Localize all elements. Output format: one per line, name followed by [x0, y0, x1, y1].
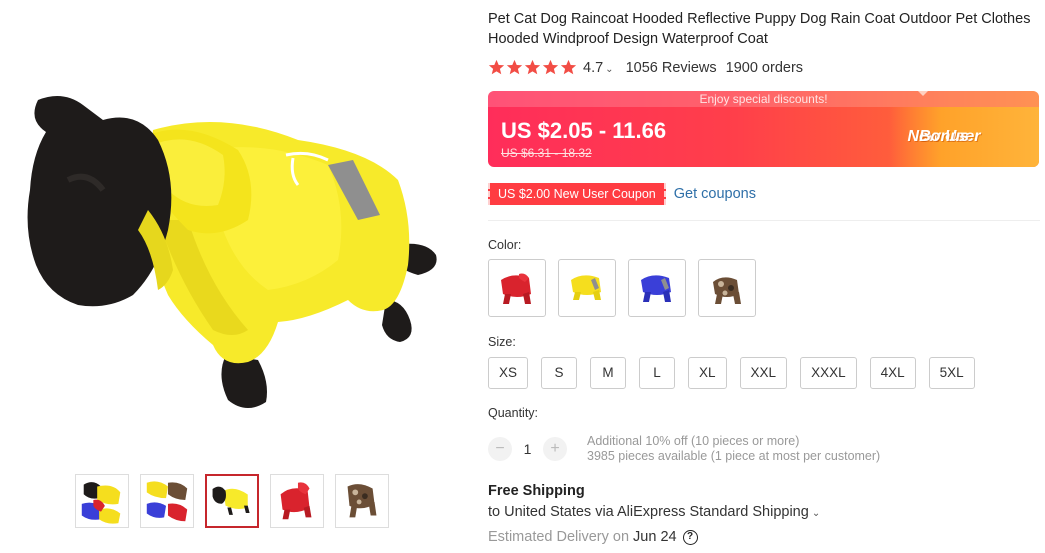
help-icon[interactable]: ?: [682, 529, 698, 545]
thumbnail-camouflage[interactable]: [335, 474, 389, 528]
shipping-title: Free Shipping: [488, 483, 585, 499]
delivery-label: Estimated Delivery on: [488, 529, 630, 545]
size-option-l[interactable]: L: [639, 357, 676, 389]
color-option-camouflage[interactable]: [698, 259, 756, 317]
chevron-down-icon: ⌄: [605, 63, 614, 75]
size-option-5xl[interactable]: 5XL: [928, 357, 975, 389]
size-option-xxxl[interactable]: XXXL: [800, 357, 857, 389]
star-icon: [488, 59, 505, 75]
size-options: XS S M L XL XXL XXXL 4XL 5XL: [488, 357, 975, 389]
bulk-discount-note: Additional 10% off (10 pieces or more): [587, 434, 800, 448]
quantity-increase-button[interactable]: +: [543, 437, 567, 461]
rating-stars: [488, 59, 577, 76]
color-option-red[interactable]: [488, 259, 546, 317]
product-info: Pet Cat Dog Raincoat Hooded Reflective P…: [488, 0, 1045, 553]
thumbnail-yellow[interactable]: [205, 474, 259, 528]
size-option-4xl[interactable]: 4XL: [869, 357, 916, 389]
reviews-link[interactable]: 1056 Reviews: [626, 60, 717, 76]
discount-banner-text: Enjoy special discounts!: [488, 91, 1039, 107]
color-label: Color:: [488, 238, 522, 252]
product-gallery: [0, 0, 470, 553]
thumbnail-yellow-camo[interactable]: [140, 474, 194, 528]
coupon-row: US $2.00 New User Coupon Get coupons: [488, 183, 756, 205]
banner-pointer: [918, 91, 928, 96]
divider: [488, 220, 1040, 221]
color-options: [488, 259, 756, 317]
quantity-stepper: − 1 + Additional 10% off (10 pieces or m…: [488, 434, 880, 464]
product-title: Pet Cat Dog Raincoat Hooded Reflective P…: [488, 11, 1031, 47]
new-user-bonus-badge: New User Bonus: [889, 107, 1039, 167]
main-product-image[interactable]: [8, 70, 458, 430]
star-icon: [560, 59, 577, 75]
star-icon: [524, 59, 541, 75]
rating-row: 4.7 ⌄ 1056 Reviews 1900 orders: [488, 59, 803, 76]
thumbnail-multi-color[interactable]: [75, 474, 129, 528]
quantity-decrease-button[interactable]: −: [488, 437, 512, 461]
orders-count: 1900 orders: [725, 59, 804, 76]
original-price: US $6.31 - 18.32: [501, 146, 592, 160]
size-option-s[interactable]: S: [541, 357, 578, 389]
thumbnail-strip: [75, 474, 389, 528]
badge-line-2: Bonus: [919, 128, 969, 145]
shipping-method[interactable]: to United States via AliExpress Standard…: [488, 504, 820, 520]
size-option-xl[interactable]: XL: [688, 357, 727, 389]
color-option-blue[interactable]: [628, 259, 686, 317]
stock-availability-note: 3985 pieces available (1 piece at most p…: [587, 449, 881, 463]
quantity-label: Quantity:: [488, 406, 539, 420]
size-option-xxl[interactable]: XXL: [739, 357, 788, 389]
size-label: Size:: [488, 335, 516, 349]
size-option-m[interactable]: M: [590, 357, 627, 389]
new-user-coupon-tag[interactable]: US $2.00 New User Coupon: [488, 183, 666, 205]
quantity-notes: Additional 10% off (10 pieces or more) 3…: [587, 434, 880, 464]
price-banner: Enjoy special discounts! US $2.05 - 11.6…: [488, 91, 1039, 167]
thumbnail-red[interactable]: [270, 474, 324, 528]
star-icon: [506, 59, 523, 75]
chevron-down-icon: ⌄: [811, 508, 821, 519]
quantity-value[interactable]: 1: [512, 441, 543, 457]
get-coupons-link[interactable]: Get coupons: [674, 186, 756, 202]
star-icon: [542, 59, 559, 75]
size-option-xs[interactable]: XS: [488, 357, 529, 389]
rating-number: 4.7: [583, 59, 604, 76]
shipping-method-text: to United States via AliExpress Standard…: [488, 504, 809, 520]
color-option-yellow[interactable]: [558, 259, 616, 317]
estimated-delivery: Estimated Delivery on Jun 24 ?: [488, 529, 698, 545]
current-price: US $2.05 - 11.66: [501, 118, 667, 143]
delivery-date: Jun 24: [633, 529, 677, 545]
rating-value[interactable]: 4.7 ⌄: [583, 60, 614, 76]
